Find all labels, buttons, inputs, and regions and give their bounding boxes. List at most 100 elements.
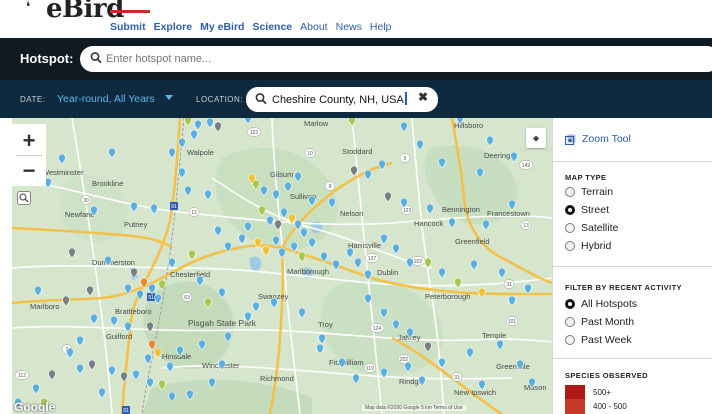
map-type-satellite-radio[interactable]: Satellite <box>565 222 618 234</box>
svg-text:91: 91 <box>148 295 154 301</box>
location-filter-label: LOCATION: <box>196 95 244 104</box>
place-label: Guilford <box>106 332 132 341</box>
place-label: Walpole <box>187 148 214 157</box>
route-shield: 63 <box>181 292 193 302</box>
map-type-title: MAP TYPE <box>565 173 607 182</box>
chevron-down-icon[interactable] <box>165 95 173 101</box>
svg-text:123: 123 <box>403 208 412 214</box>
route-shield: 9 <box>324 181 336 191</box>
nav-link-news[interactable]: News <box>336 21 362 33</box>
svg-text:31: 31 <box>506 282 512 288</box>
legend-swatch-400-500 <box>565 399 585 414</box>
nav-link-science[interactable]: Science <box>252 21 292 33</box>
legend-swatch-500-plus <box>565 385 585 399</box>
place-label: Marlow <box>304 119 329 128</box>
radio-dot-selected <box>565 299 575 309</box>
place-label: Marlboro <box>30 302 60 311</box>
nav-link-submit[interactable]: Submit <box>110 21 146 33</box>
place-label: Dublin <box>377 268 398 277</box>
search-icon <box>90 52 102 64</box>
zoom-tool-button[interactable]: Zoom Tool <box>565 133 631 145</box>
route-shield: 13 <box>520 220 532 230</box>
nav-link-help[interactable]: Help <box>370 21 392 33</box>
place-label: Nelson <box>340 209 363 218</box>
zoom-in-button[interactable]: + <box>12 126 46 156</box>
activity-past-month-radio[interactable]: Past Month <box>565 316 634 328</box>
hotspot-map[interactable]: Marlow Hillsboro Walpole Stoddard Deerin… <box>12 118 552 414</box>
map-type-terrain-radio[interactable]: Terrain <box>565 186 613 198</box>
route-shield: 31 <box>451 372 463 382</box>
route-shield: 91 <box>170 202 178 210</box>
species-observed-title: SPECIES OBSERVED <box>565 371 648 380</box>
route-shield: 31 <box>503 279 515 289</box>
svg-text:13: 13 <box>523 223 529 229</box>
radio-label: Street <box>581 204 610 216</box>
place-label: New Ipswich <box>454 388 496 397</box>
place-label: Marlborough <box>287 267 329 276</box>
svg-text:31: 31 <box>454 375 460 381</box>
place-label: Fitzwilliam <box>329 358 364 367</box>
location-search-field[interactable]: Cheshire County, NH, USA ✖ <box>246 87 438 112</box>
hotspot-search-bar: Hotspot: <box>0 38 712 80</box>
svg-text:9: 9 <box>404 156 407 162</box>
map-canvas[interactable]: Marlow Hillsboro Walpole Stoddard Deerin… <box>12 118 552 414</box>
svg-text:137: 137 <box>368 256 377 262</box>
location-search-value[interactable]: Cheshire County, NH, USA <box>272 92 407 106</box>
measure-tool-icon[interactable] <box>17 191 31 205</box>
svg-text:30: 30 <box>83 198 89 204</box>
place-label: Peterborough <box>425 292 470 301</box>
date-filter-dropdown[interactable]: Year-round, All Years <box>57 93 155 105</box>
radio-label: Satellite <box>581 222 619 234</box>
clear-location-icon[interactable]: ✖ <box>418 90 428 104</box>
route-shield: 112 <box>14 370 30 380</box>
route-shield: 123 <box>246 127 262 137</box>
place-label: Brookline <box>92 179 123 188</box>
radio-dot <box>565 241 575 251</box>
svg-text:101: 101 <box>508 319 517 325</box>
place-label: Dummerston <box>92 258 135 267</box>
route-shield: 101 <box>505 316 519 326</box>
nav-link-about[interactable]: About <box>300 21 327 33</box>
radio-dot <box>565 317 575 327</box>
radio-dot-selected <box>565 205 575 215</box>
map-type-hybrid-radio[interactable]: Hybrid <box>565 240 611 252</box>
hotspot-search-field[interactable] <box>80 46 712 72</box>
nav-link-explore[interactable]: Explore <box>154 21 193 33</box>
place-label: Greenfield <box>455 237 490 246</box>
fullscreen-icon[interactable]: ⬥ <box>526 128 546 148</box>
map-type-street-radio[interactable]: Street <box>565 204 609 216</box>
zoom-out-button[interactable]: − <box>12 156 46 186</box>
radio-label: Past Week <box>581 334 632 346</box>
bird-logo-icon: ❛ <box>26 0 31 15</box>
place-label: Newfane <box>65 210 95 219</box>
recent-activity-title: FILTER BY RECENT ACTIVITY <box>565 283 682 292</box>
route-shield: 91 <box>147 293 155 301</box>
svg-text:10: 10 <box>307 151 313 157</box>
place-label: Temple <box>482 331 506 340</box>
radio-label: Hybrid <box>581 240 612 252</box>
search-icon <box>255 93 267 105</box>
map-attribution[interactable]: Map data ©2020 Google 5 km Terms of Use <box>362 405 466 411</box>
route-shield: 10 <box>304 148 316 158</box>
top-navigation: ❛ eBird Submit Explore My eBird Science … <box>0 0 712 38</box>
sidebar-divider <box>553 266 712 267</box>
google-logo: Google <box>14 400 56 414</box>
route-shield: 149 <box>518 160 534 170</box>
legend-label: 500+ <box>593 388 612 397</box>
radio-dot <box>565 187 575 197</box>
sidebar-divider <box>553 161 712 162</box>
place-label: Putney <box>124 220 148 229</box>
sidebar-divider <box>553 358 712 359</box>
place-label: Gilsum <box>270 170 293 179</box>
svg-text:112: 112 <box>18 373 26 379</box>
activity-all-hotspots-radio[interactable]: All Hotspots <box>565 298 637 310</box>
hotspot-search-input[interactable] <box>106 50 606 68</box>
svg-text:124: 124 <box>373 326 382 332</box>
route-shield: 124 <box>369 323 385 333</box>
zoom-tool-icon <box>565 134 576 145</box>
nav-link-my-ebird[interactable]: My eBird <box>200 21 244 33</box>
nav-links: Submit Explore My eBird Science About Ne… <box>110 21 391 33</box>
svg-text:119: 119 <box>366 366 374 372</box>
place-label: Mason <box>524 383 547 392</box>
activity-past-week-radio[interactable]: Past Week <box>565 334 632 346</box>
